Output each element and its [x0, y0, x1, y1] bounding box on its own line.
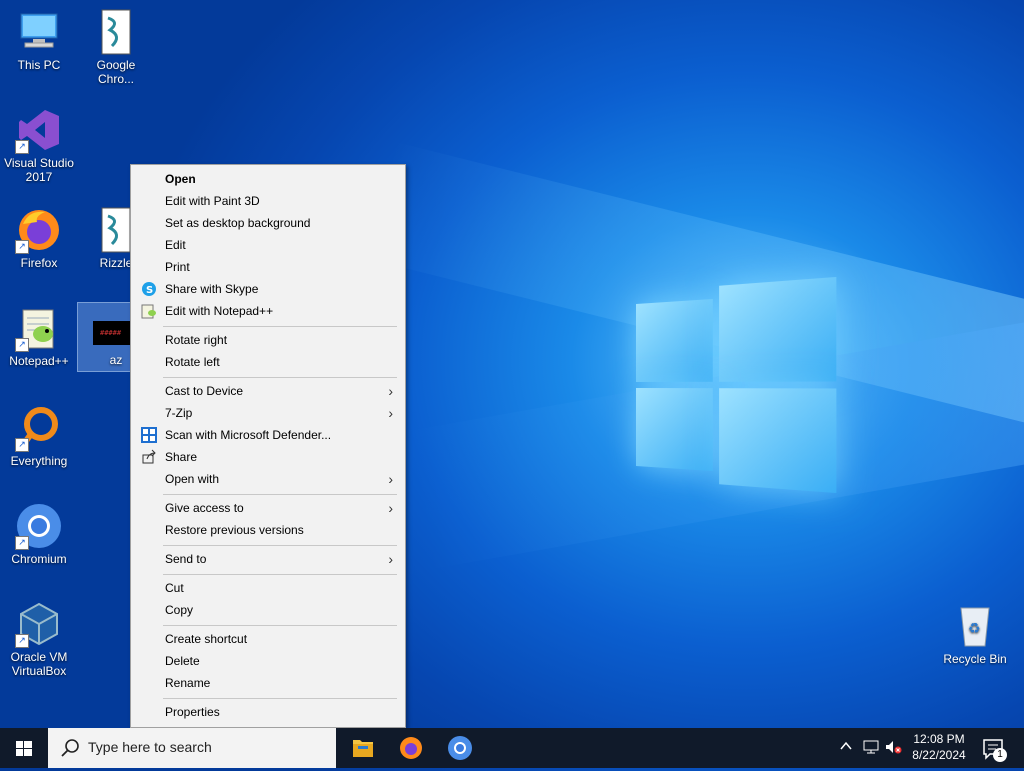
windows-logo-icon [16, 741, 32, 756]
chevron-right-icon: › [388, 383, 393, 399]
magnifier-icon: ↗ [15, 404, 63, 452]
firefox-icon [400, 737, 422, 759]
start-button[interactable] [0, 728, 48, 768]
computer-icon [15, 8, 63, 56]
desktop-icon-visual-studio-2017[interactable]: ↗ Visual Studio 2017 [1, 106, 77, 184]
visual-studio-icon: ↗ [15, 106, 63, 154]
desktop-icon-this-pc[interactable]: This PC [1, 8, 77, 72]
defender-shield-icon [141, 427, 157, 443]
chevron-right-icon: › [388, 551, 393, 567]
menu-separator [163, 545, 397, 546]
menu-separator [163, 698, 397, 699]
system-tray-icons [838, 728, 908, 768]
desktop-icon-oracle-vm-virtualbox[interactable]: ↗ Oracle VM VirtualBox [1, 600, 77, 678]
taskbar-chromium[interactable] [437, 728, 483, 768]
menu-item-give-access-to[interactable]: Give access to › [133, 497, 403, 519]
desktop-icon-recycle-bin[interactable]: ♻ Recycle Bin [937, 602, 1013, 666]
desktop-icon-label: Oracle VM VirtualBox [10, 650, 68, 678]
menu-item-edit-with-notepad-plus-plus[interactable]: Edit with Notepad++ [133, 300, 403, 322]
shortcut-arrow-icon: ↗ [15, 536, 29, 550]
desktop-icon-label: Firefox [20, 256, 58, 270]
menu-item-restore-previous-versions[interactable]: Restore previous versions [133, 519, 403, 541]
shortcut-arrow-icon: ↗ [15, 634, 29, 648]
menu-item-print[interactable]: Print [133, 256, 403, 278]
desktop-icon-firefox[interactable]: ↗ Firefox [1, 206, 77, 270]
taskbar-file-explorer[interactable] [340, 728, 386, 768]
context-menu: Open Edit with Paint 3D Set as desktop b… [130, 164, 406, 728]
desktop-icon-label: Notepad++ [9, 354, 69, 368]
menu-item-scan-with-microsoft-defender[interactable]: Scan with Microsoft Defender... [133, 424, 403, 446]
menu-item-rename[interactable]: Rename [133, 672, 403, 694]
menu-item-properties[interactable]: Properties [133, 701, 403, 723]
chromium-icon: ↗ [15, 502, 63, 550]
menu-item-open-with[interactable]: Open with › [133, 468, 403, 490]
share-icon [141, 449, 157, 465]
menu-item-7-zip[interactable]: 7-Zip › [133, 402, 403, 424]
desktop-icon-label: Recycle Bin [943, 652, 1007, 666]
svg-text:#####: ##### [100, 329, 122, 337]
notepad-plus-plus-icon [141, 303, 157, 319]
menu-item-set-as-desktop-background[interactable]: Set as desktop background [133, 212, 403, 234]
menu-item-rotate-right[interactable]: Rotate right [133, 329, 403, 351]
menu-item-send-to[interactable]: Send to › [133, 548, 403, 570]
desktop-icon-everything[interactable]: ↗ Everything [1, 404, 77, 468]
notepad-plus-plus-icon: ↗ [15, 304, 63, 352]
menu-item-cast-to-device[interactable]: Cast to Device › [133, 380, 403, 402]
taskbar-firefox[interactable] [388, 728, 434, 768]
chevron-up-icon[interactable] [838, 738, 854, 757]
firefox-icon: ↗ [15, 206, 63, 254]
search-icon [60, 738, 80, 761]
taskbar-search-box[interactable]: Type here to search [48, 728, 336, 768]
search-placeholder: Type here to search [88, 739, 212, 755]
menu-item-cut[interactable]: Cut [133, 577, 403, 599]
menu-item-rotate-left[interactable]: Rotate left [133, 351, 403, 373]
desktop-icon-label: Everything [10, 454, 68, 468]
desktop-icon-label: Chromium [11, 552, 67, 566]
desktop-icon-google-chrome[interactable]: Google Chro... [78, 8, 154, 86]
svg-text:S: S [146, 285, 153, 296]
action-center-button[interactable]: 1 [978, 728, 1018, 768]
menu-separator [163, 625, 397, 626]
menu-item-copy[interactable]: Copy [133, 599, 403, 621]
network-icon[interactable] [862, 739, 880, 758]
chromium-icon [448, 736, 472, 760]
folder-icon [353, 740, 373, 757]
menu-item-share-with-skype[interactable]: S Share with Skype [133, 278, 403, 300]
desktop-icon-chromium[interactable]: ↗ Chromium [1, 502, 77, 566]
desktop-icon-notepad-plus-plus[interactable]: ↗ Notepad++ [1, 304, 77, 368]
menu-separator [163, 326, 397, 327]
taskbar: Type here to search 12:08 PM 8/22/2024 1 [0, 728, 1024, 768]
menu-item-share[interactable]: Share [133, 446, 403, 468]
menu-item-open[interactable]: Open [133, 168, 403, 190]
chevron-right-icon: › [388, 405, 393, 421]
menu-item-create-shortcut[interactable]: Create shortcut [133, 628, 403, 650]
notification-count-badge: 1 [993, 748, 1007, 762]
script-file-icon [92, 8, 140, 56]
volume-muted-icon[interactable] [884, 739, 902, 758]
skype-icon: S [141, 281, 157, 297]
desktop-icon-label: This PC [17, 58, 61, 72]
shortcut-arrow-icon: ↗ [15, 438, 29, 452]
menu-separator [163, 377, 397, 378]
menu-separator [163, 494, 397, 495]
virtualbox-icon: ↗ [15, 600, 63, 648]
chevron-right-icon: › [388, 471, 393, 487]
shortcut-arrow-icon: ↗ [15, 140, 29, 154]
clock-date: 8/22/2024 [912, 748, 966, 762]
chevron-right-icon: › [388, 500, 393, 516]
taskbar-clock[interactable]: 12:08 PM 8/22/2024 [906, 728, 972, 768]
menu-item-edit[interactable]: Edit [133, 234, 403, 256]
shortcut-arrow-icon: ↗ [15, 240, 29, 254]
menu-item-delete[interactable]: Delete [133, 650, 403, 672]
menu-item-edit-with-paint-3d[interactable]: Edit with Paint 3D [133, 190, 403, 212]
shortcut-arrow-icon: ↗ [15, 338, 29, 352]
svg-text:♻: ♻ [968, 621, 981, 637]
desktop-icon-label: Visual Studio 2017 [4, 156, 74, 184]
windows-wallpaper-logo [636, 275, 837, 496]
desktop-icon-label: Google Chro... [96, 58, 136, 86]
clock-time: 12:08 PM [913, 732, 965, 746]
recycle-bin-icon: ♻ [951, 602, 999, 650]
menu-separator [163, 574, 397, 575]
